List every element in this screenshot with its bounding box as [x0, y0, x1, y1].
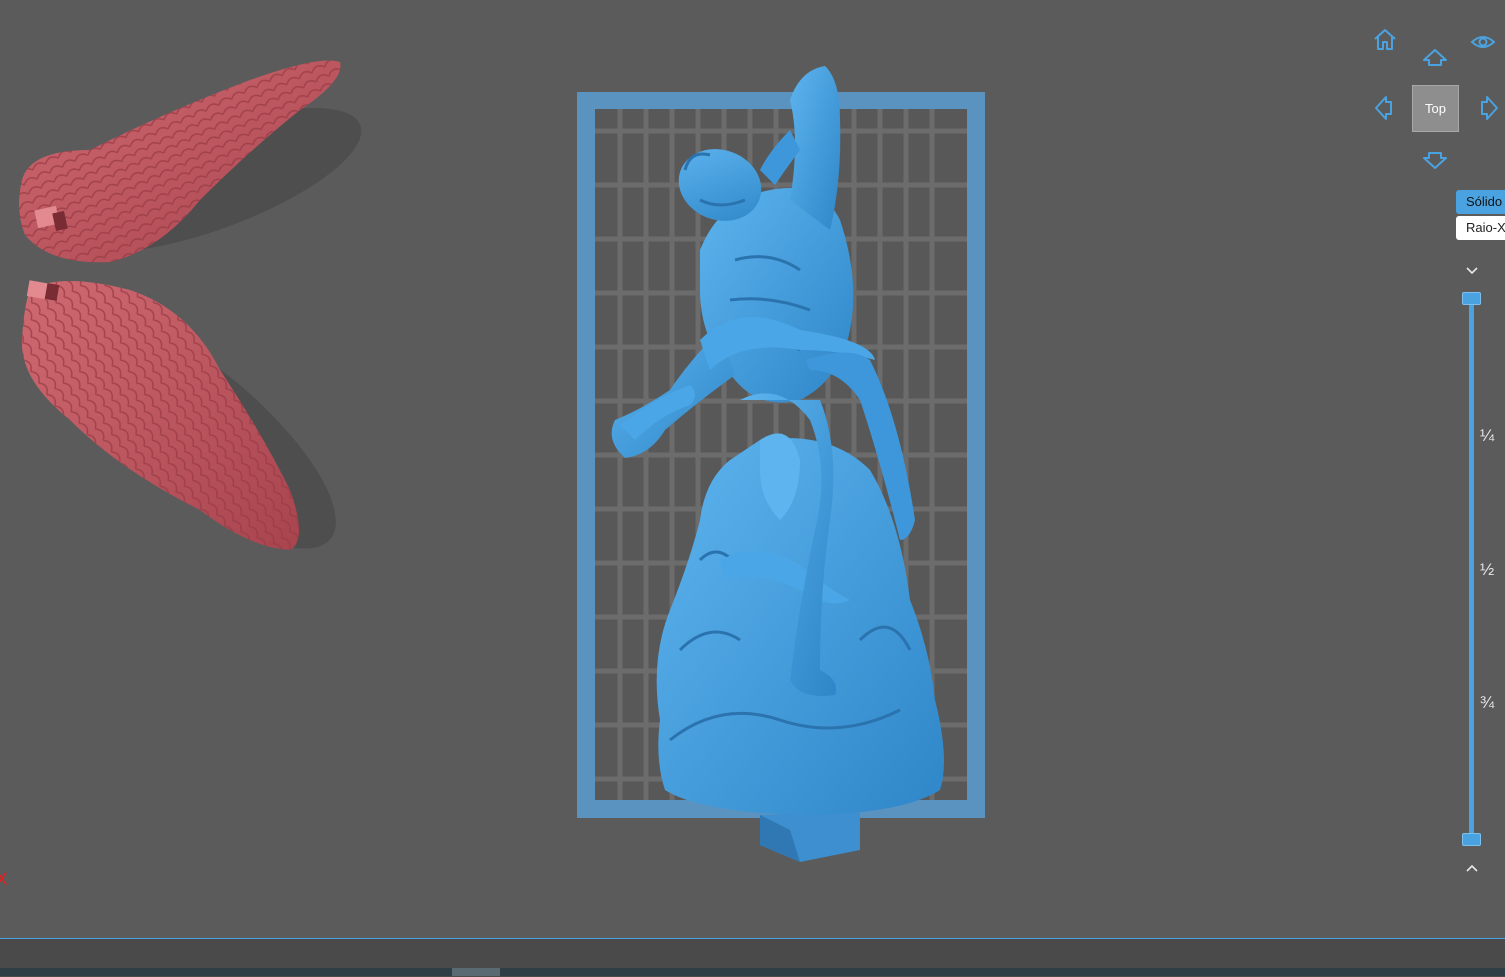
horizontal-scrollbar[interactable] [0, 968, 1505, 976]
axis-x-indicator: X [0, 870, 8, 890]
view-cube-label: Top [1425, 101, 1446, 116]
slider-mark-quarter: ¼ [1480, 426, 1495, 445]
chevron-down-icon[interactable] [1455, 254, 1489, 288]
wing-model-upper[interactable] [19, 60, 377, 281]
render-mode-solid-button[interactable]: Sólido [1456, 190, 1505, 214]
eye-icon[interactable] [1466, 25, 1500, 59]
horizontal-scrollbar-thumb[interactable] [452, 968, 500, 976]
chevron-up-icon[interactable] [1455, 851, 1489, 885]
slider-mark-three-quarters: ¾ [1480, 693, 1495, 712]
wing-model-lower[interactable] [21, 275, 369, 585]
view-cube-top-face[interactable]: Top [1412, 85, 1459, 132]
arrow-left-icon[interactable] [1366, 91, 1400, 125]
layer-slider-top-handle[interactable] [1462, 292, 1481, 305]
3d-viewport[interactable] [0, 0, 1505, 938]
layer-slider-track[interactable] [1469, 298, 1474, 842]
home-icon[interactable] [1368, 22, 1402, 56]
render-mode-xray-button[interactable]: Raio-X [1456, 216, 1505, 240]
arrow-up-icon[interactable] [1418, 40, 1452, 74]
slider-mark-half: ½ [1480, 560, 1495, 579]
scene-canvas[interactable] [0, 0, 1505, 938]
arrow-right-icon[interactable] [1473, 91, 1505, 125]
arrow-down-icon[interactable] [1418, 144, 1452, 178]
layer-slider-bottom-handle[interactable] [1462, 833, 1481, 846]
